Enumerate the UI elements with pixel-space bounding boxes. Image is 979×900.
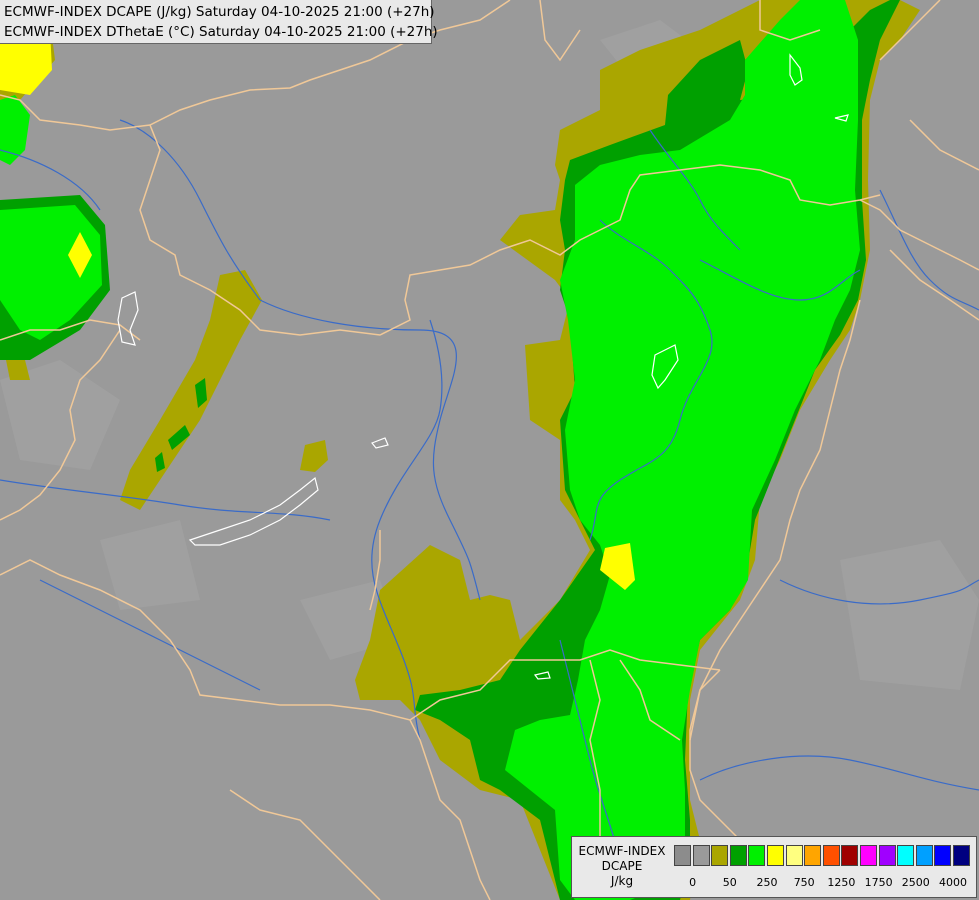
legend-swatch	[952, 845, 970, 866]
legend-title: ECMWF-INDEX DCAPE J/kg	[576, 844, 668, 889]
legend-swatch	[692, 845, 710, 866]
legend-swatch	[674, 845, 691, 866]
title-line-dcape: ECMWF-INDEX DCAPE (J/kg) Saturday 04-10-…	[4, 4, 435, 20]
legend-tick-label: 250	[756, 876, 778, 889]
legend-title-line1: ECMWF-INDEX	[578, 844, 666, 858]
title-line-dthetae: ECMWF-INDEX DThetaE (°C) Saturday 04-10-…	[4, 24, 438, 40]
legend-tick-label: 50	[722, 876, 737, 889]
legend-tick-label: 2500	[901, 876, 930, 889]
legend-title-line3: J/kg	[610, 874, 634, 888]
legend-tick-label: 1750	[864, 876, 893, 889]
map-title-box: ECMWF-INDEX DCAPE (J/kg) Saturday 04-10-…	[0, 0, 438, 44]
legend-swatch	[878, 845, 896, 866]
legend-swatch	[841, 845, 859, 866]
legend-swatch	[711, 845, 729, 866]
legend-tick-label: 750	[793, 876, 815, 889]
legend-swatches	[674, 845, 972, 866]
legend-swatch	[804, 845, 822, 866]
legend-tick-label: 4000	[939, 876, 967, 889]
legend-swatch	[934, 845, 952, 866]
legend-swatch	[897, 845, 915, 866]
color-legend: ECMWF-INDEX DCAPE J/kg 0 50 250 750 1250 1750…	[571, 836, 977, 898]
legend-swatch	[859, 845, 877, 866]
legend-swatch	[748, 845, 766, 866]
legend-tick-label: 1250	[827, 876, 856, 889]
legend-swatch	[822, 845, 840, 866]
legend-swatch	[785, 845, 803, 866]
legend-swatch	[915, 845, 933, 866]
legend-swatch	[766, 845, 784, 866]
legend-swatch	[729, 845, 747, 866]
weather-map	[0, 0, 979, 900]
legend-tick-label: 0	[689, 876, 697, 889]
legend-title-line2: DCAPE	[601, 859, 643, 873]
